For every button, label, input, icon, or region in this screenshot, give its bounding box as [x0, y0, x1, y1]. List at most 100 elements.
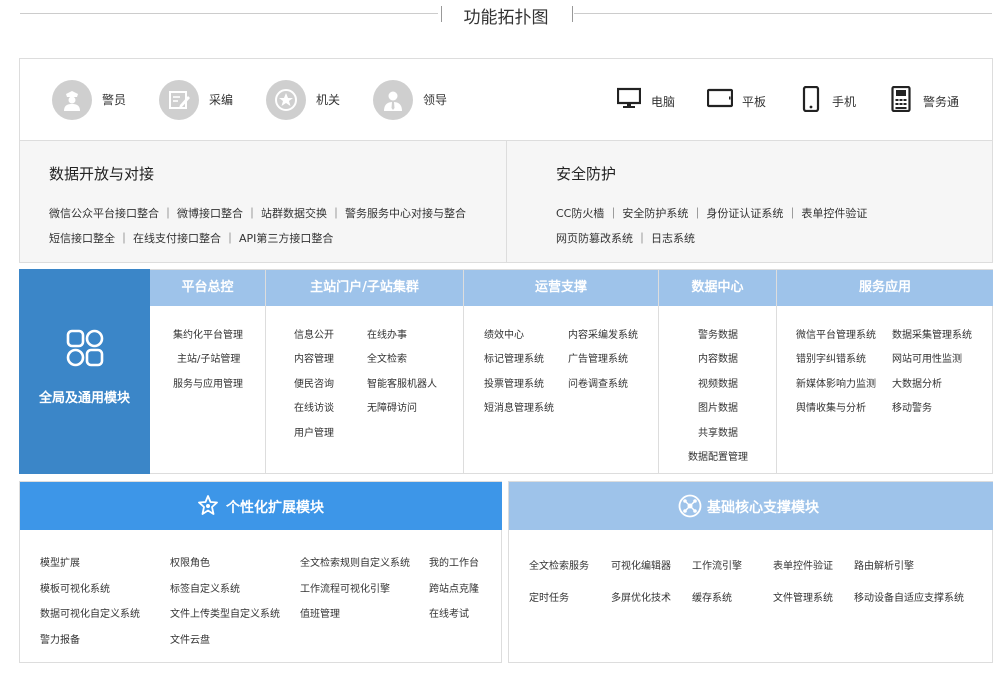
mobile-phone-icon [802, 86, 820, 112]
module-item: 共享数据 [698, 428, 738, 439]
module-header: 数据中心 [659, 270, 776, 306]
module-platform-control: 平台总控 集约化平台管理 主站/子站管理 服务与应用管理 [150, 270, 266, 474]
users-devices-panel: 警员 采编 机关 领导 电脑 平板 手机 警务通 [19, 58, 993, 141]
module-item: 我的工作台 [429, 558, 479, 569]
module-portal-cluster: 主站门户/子站集群 信息公开 内容管理 便民咨询 在线访谈 用户管理 在线办事 … [266, 270, 464, 474]
module-item: 广告管理系统 [568, 354, 628, 365]
module-item: 跨站点克隆 [429, 584, 479, 595]
module-item: 在线办事 [367, 330, 407, 341]
module-item: 模板可视化系统 [40, 584, 110, 595]
module-item: 多屏优化技术 [611, 593, 671, 604]
module-item: 文件上传类型自定义系统 [170, 609, 280, 620]
police-terminal-icon [891, 86, 911, 112]
module-item: 内容数据 [698, 354, 738, 365]
user-label: 警员 [102, 93, 127, 107]
module-header: 平台总控 [150, 270, 265, 306]
module-item: 警务数据 [698, 330, 738, 341]
module-item: 内容采编发系统 [568, 330, 638, 341]
title-row: 功能拓扑图 [0, 0, 1000, 34]
module-header: 运营支撑 [464, 270, 658, 306]
module-item: 可视化编辑器 [611, 561, 671, 572]
module-item: 缓存系统 [692, 593, 732, 604]
device-label: 平板 [742, 95, 767, 109]
page-title: 功能拓扑图 [463, 8, 549, 28]
module-item: 主站/子站管理 [177, 354, 241, 365]
module-item: 全文检索规则自定义系统 [300, 558, 410, 569]
module-item: 大数据分析 [892, 379, 942, 390]
global-module-block: 全局及通用模块 [19, 269, 150, 474]
module-item: 工作流引擎 [692, 561, 742, 572]
module-item: 标签自定义系统 [170, 584, 240, 595]
module-item: 数据采集管理系统 [892, 330, 972, 341]
module-item: 移动设备自适应支撑系统 [854, 593, 964, 604]
user-label: 机关 [316, 93, 341, 107]
security-title: 安全防护 [556, 165, 617, 183]
leader-icon [373, 80, 413, 120]
module-item: 用户管理 [294, 428, 334, 439]
integration-security-panel: 数据开放与对接 微信公众平台接口整合 ｜ 微博接口整合 ｜ 站群数据交换 ｜ 警… [19, 141, 993, 263]
module-item: 标记管理系统 [484, 354, 544, 365]
panel-divider [506, 141, 507, 262]
module-item: 定时任务 [529, 593, 569, 604]
data-open-line: 微信公众平台接口整合 ｜ 微博接口整合 ｜ 站群数据交换 ｜ 警务服务中心对接与… [49, 207, 466, 220]
module-item: 表单控件验证 [773, 561, 833, 572]
module-item: 图片数据 [698, 403, 738, 414]
data-open-line: 短信接口整全 ｜ 在线支付接口整合 ｜ API第三方接口整合 [49, 232, 334, 245]
global-module-label: 全局及通用模块 [38, 391, 130, 406]
module-item: 全文检索 [367, 354, 407, 365]
module-item: 在线考试 [429, 609, 469, 620]
security-line: 网页防篡改系统 ｜ 日志系统 [556, 232, 695, 245]
module-item: 数据配置管理 [688, 452, 748, 463]
module-header: 服务应用 [777, 270, 993, 306]
module-item: 无障碍访问 [367, 403, 417, 414]
module-item: 权限角色 [170, 558, 210, 569]
title-divider-left [20, 13, 438, 14]
police-officer-icon [52, 80, 92, 120]
user-label: 采编 [209, 93, 234, 107]
data-open-title: 数据开放与对接 [49, 165, 155, 183]
module-item: 新媒体影响力监测 [796, 379, 876, 390]
module-item: 服务与应用管理 [173, 379, 243, 390]
device-label: 警务通 [923, 95, 960, 109]
module-item: 移动警务 [892, 403, 932, 414]
editor-icon [159, 80, 199, 120]
personalized-module-title: 个性化扩展模块 [226, 500, 324, 516]
user-label: 领导 [423, 93, 448, 107]
module-item: 集约化平台管理 [173, 330, 243, 341]
module-item: 信息公开 [294, 330, 334, 341]
module-item: 短消息管理系统 [484, 403, 554, 414]
base-core-module-title: 基础核心支撑模块 [707, 500, 819, 516]
module-item: 路由解析引擎 [854, 561, 914, 572]
modules-grid: 平台总控 集约化平台管理 主站/子站管理 服务与应用管理 主站门户/子站集群 信… [150, 269, 993, 474]
module-operations: 运营支撑 绩效中心 标记管理系统 投票管理系统 短消息管理系统 内容采编发系统 … [464, 270, 659, 474]
device-label: 电脑 [651, 95, 676, 109]
module-item: 视频数据 [698, 379, 738, 390]
personalized-module-header: 个性化扩展模块 [20, 482, 502, 530]
module-item: 投票管理系统 [484, 379, 544, 390]
module-item: 工作流程可视化引擎 [300, 584, 390, 595]
base-core-module-panel: 基础核心支撑模块 全文检索服务 可视化编辑器 工作流引擎 表单控件验证 路由解析… [508, 481, 993, 663]
module-item: 数据可视化自定义系统 [40, 609, 140, 620]
module-item: 警力报备 [40, 635, 80, 646]
desktop-icon [617, 87, 641, 108]
puzzle-star-icon [198, 495, 218, 515]
module-header: 主站门户/子站集群 [266, 270, 463, 306]
emblem-icon [266, 80, 306, 120]
module-item: 舆情收集与分析 [796, 403, 866, 414]
module-item: 文件云盘 [170, 635, 210, 646]
module-item: 绩效中心 [484, 330, 524, 341]
module-item: 内容管理 [294, 354, 334, 365]
module-item: 错别字纠错系统 [796, 354, 866, 365]
module-service-apps: 服务应用 微信平台管理系统 错别字纠错系统 新媒体影响力监测 舆情收集与分析 数… [777, 270, 993, 474]
network-hub-icon [678, 494, 702, 518]
security-line: CC防火樯 ｜ 安全防护系统 ｜ 身份证认证系统 ｜ 表单控件验证 [556, 207, 868, 220]
four-grid-icon [66, 329, 104, 367]
base-core-module-header: 基础核心支撑模块 [509, 482, 993, 530]
module-item: 在线访谈 [294, 403, 334, 414]
module-item: 模型扩展 [40, 558, 80, 569]
module-item: 值班管理 [300, 609, 340, 620]
module-item: 便民咨询 [294, 379, 334, 390]
title-tick-right [572, 6, 573, 22]
module-item: 智能客服机器人 [367, 379, 437, 390]
title-divider-right [574, 13, 992, 14]
